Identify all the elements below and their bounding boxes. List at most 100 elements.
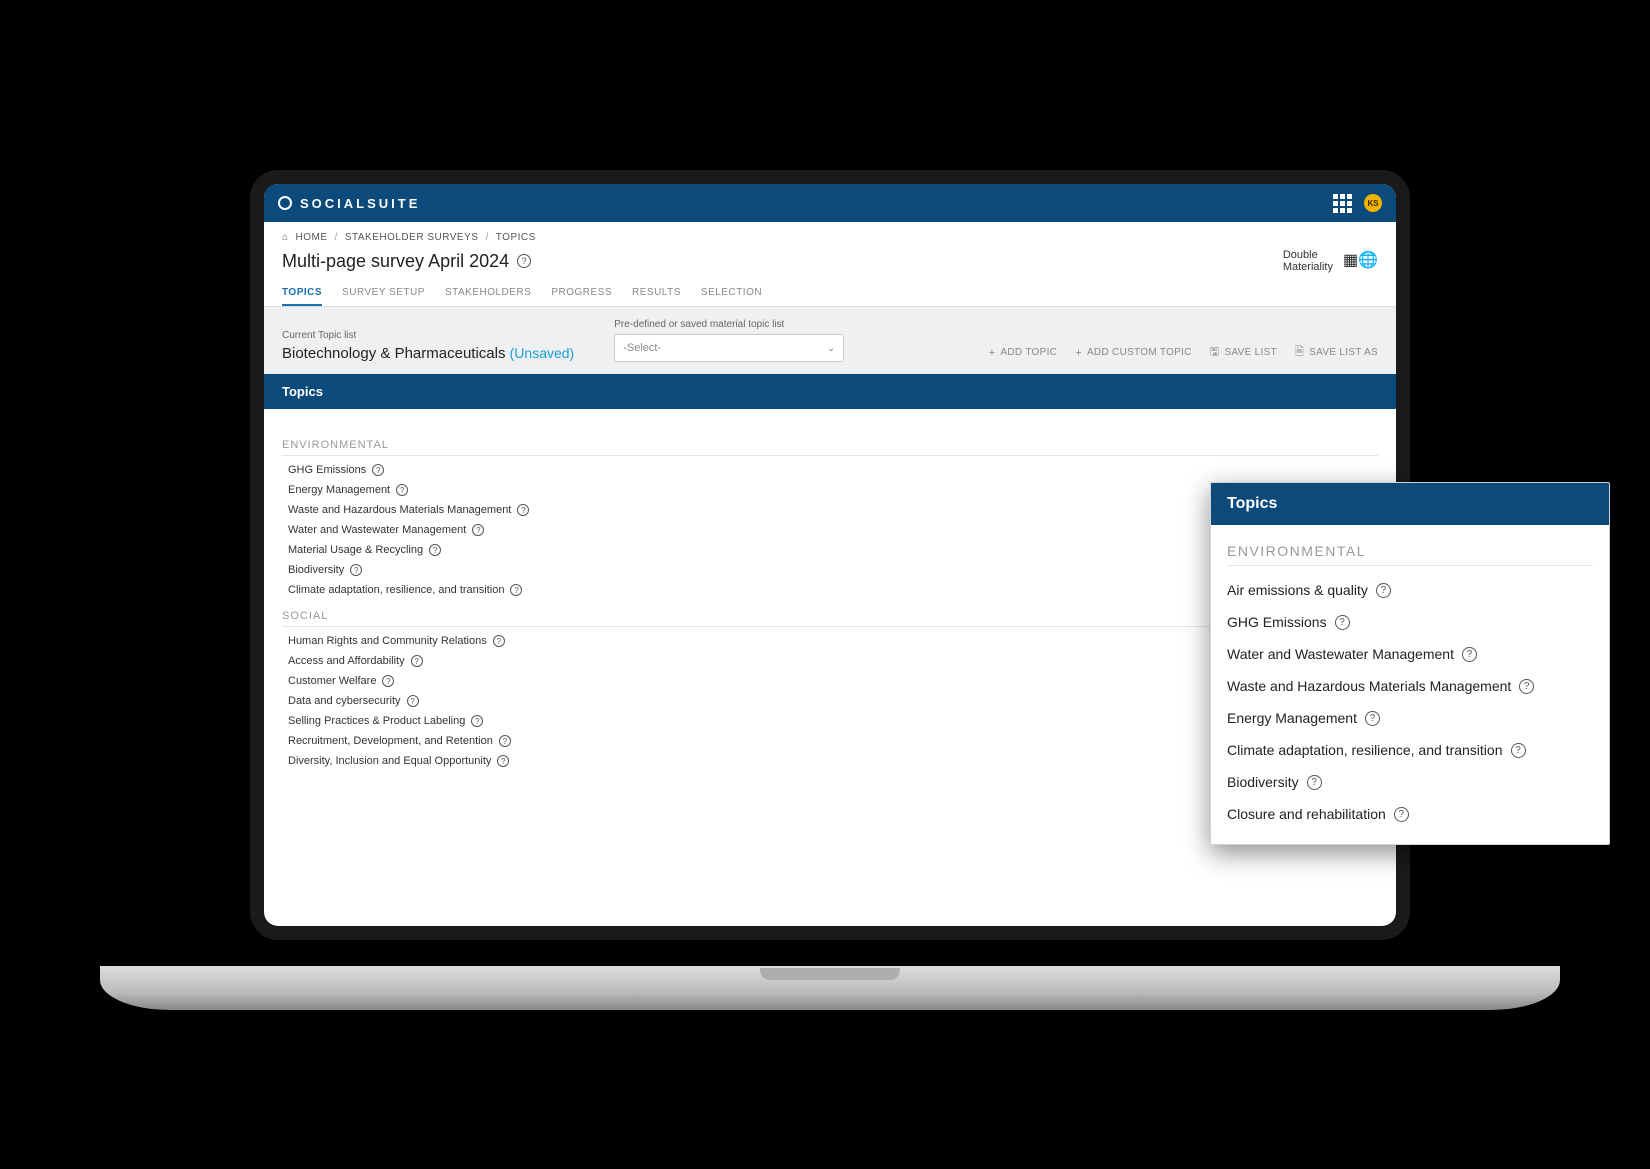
topic-item[interactable]: GHG Emissions? [282, 456, 1378, 476]
panel-topic-item[interactable]: Water and Wastewater Management? [1227, 630, 1593, 662]
topic-label: Energy Management [288, 484, 390, 496]
help-icon[interactable]: ? [1511, 743, 1526, 758]
panel-topic-label: Waste and Hazardous Materials Management [1227, 678, 1511, 694]
help-icon[interactable]: ? [407, 695, 419, 707]
panel-topic-item[interactable]: GHG Emissions? [1227, 598, 1593, 630]
unsaved-badge: (Unsaved) [510, 345, 575, 361]
help-icon[interactable]: ? [1462, 647, 1477, 662]
topics-detail-panel: Topics ENVIRONMENTAL Air emissions & qua… [1210, 482, 1610, 845]
group-title: ENVIRONMENTAL [282, 425, 1378, 456]
help-icon[interactable]: ? [517, 254, 531, 268]
help-icon[interactable]: ? [1335, 615, 1350, 630]
panel-topic-label: Water and Wastewater Management [1227, 646, 1454, 662]
brand-text: SOCIALSUITE [300, 196, 420, 211]
tabs: TOPICS SURVEY SETUP STAKEHOLDERS PROGRESS RE… [264, 281, 1396, 306]
apps-menu-icon[interactable] [1333, 194, 1352, 213]
help-icon[interactable]: ? [396, 484, 408, 496]
add-custom-topic-button[interactable]: +ADD CUSTOM TOPIC [1075, 347, 1192, 359]
help-icon[interactable]: ? [382, 675, 394, 687]
tab-progress[interactable]: PROGRESS [551, 281, 612, 306]
panel-topic-label: Climate adaptation, resilience, and tran… [1227, 742, 1503, 758]
help-icon[interactable]: ? [350, 564, 362, 576]
panel-topic-item[interactable]: Waste and Hazardous Materials Management… [1227, 662, 1593, 694]
help-icon[interactable]: ? [471, 715, 483, 727]
panel-header: Topics [1211, 483, 1609, 525]
help-icon[interactable]: ? [1394, 807, 1409, 822]
tab-selection[interactable]: SELECTION [701, 281, 762, 306]
dm-label-2: Materiality [1283, 261, 1333, 273]
help-icon[interactable]: ? [497, 755, 509, 767]
tab-topics[interactable]: TOPICS [282, 281, 322, 306]
help-icon[interactable]: ? [372, 464, 384, 476]
tab-survey-setup[interactable]: SURVEY SETUP [342, 281, 425, 306]
plus-icon: + [989, 347, 996, 359]
help-icon[interactable]: ? [510, 584, 522, 596]
help-icon[interactable]: ? [1365, 711, 1380, 726]
panel-topic-label: Closure and rehabilitation [1227, 806, 1386, 822]
panel-topic-item[interactable]: Closure and rehabilitation? [1227, 790, 1593, 822]
home-icon[interactable]: ⌂ [282, 232, 289, 243]
panel-topic-item[interactable]: Air emissions & quality? [1227, 566, 1593, 598]
toolbar: Current Topic list Biotechnology & Pharm… [264, 306, 1396, 374]
tab-results[interactable]: RESULTS [632, 281, 681, 306]
crumb-surveys[interactable]: STAKEHOLDER SURVEYS [345, 232, 479, 243]
laptop-base [100, 966, 1560, 1010]
panel-group-title: ENVIRONMENTAL [1227, 543, 1593, 566]
add-topic-button[interactable]: +ADD TOPIC [989, 347, 1058, 359]
panel-topic-label: Biodiversity [1227, 774, 1299, 790]
tab-stakeholders[interactable]: STAKEHOLDERS [445, 281, 531, 306]
save-as-icon: 🗎 [1295, 343, 1304, 362]
crumb-topics[interactable]: TOPICS [496, 232, 536, 243]
breadcrumb: ⌂ HOME / STAKEHOLDER SURVEYS / TOPICS [264, 222, 1396, 243]
topic-label: Waste and Hazardous Materials Management [288, 504, 511, 516]
topic-label: Diversity, Inclusion and Equal Opportuni… [288, 755, 491, 767]
topic-label: Biodiversity [288, 564, 344, 576]
topic-label: Recruitment, Development, and Retention [288, 735, 493, 747]
page-title-text: Multi-page survey April 2024 [282, 251, 509, 272]
save-icon: 🖫 [1210, 343, 1220, 362]
plus-icon: + [1075, 347, 1082, 359]
help-icon[interactable]: ? [429, 544, 441, 556]
save-list-as-button[interactable]: 🗎SAVE LIST AS [1295, 343, 1378, 362]
help-icon[interactable]: ? [1376, 583, 1391, 598]
topic-label: Climate adaptation, resilience, and tran… [288, 584, 504, 596]
brand-icon [278, 196, 292, 210]
dm-icons: ▦🌐 [1343, 253, 1378, 269]
help-icon[interactable]: ? [472, 524, 484, 536]
topic-label: Material Usage & Recycling [288, 544, 423, 556]
app-header: SOCIALSUITE KS [264, 184, 1396, 222]
predefined-select[interactable]: -Select- ⌄ [614, 334, 844, 362]
save-list-button[interactable]: 🖫SAVE LIST [1210, 343, 1277, 362]
topic-label: Water and Wastewater Management [288, 524, 466, 536]
page-title: Multi-page survey April 2024 ? [282, 251, 531, 272]
panel-topic-label: Air emissions & quality [1227, 582, 1368, 598]
help-icon[interactable]: ? [493, 635, 505, 647]
panel-topic-item[interactable]: Energy Management? [1227, 694, 1593, 726]
help-icon[interactable]: ? [1519, 679, 1534, 694]
help-icon[interactable]: ? [411, 655, 423, 667]
section-header: Topics [264, 374, 1396, 409]
chevron-down-icon: ⌄ [827, 343, 835, 354]
double-materiality-badge: Double Materiality ▦🌐 [1283, 249, 1378, 273]
panel-topic-label: Energy Management [1227, 710, 1357, 726]
avatar[interactable]: KS [1364, 194, 1382, 212]
help-icon[interactable]: ? [499, 735, 511, 747]
panel-topic-label: GHG Emissions [1227, 614, 1327, 630]
topic-label: Human Rights and Community Relations [288, 635, 487, 647]
topic-label: Access and Affordability [288, 655, 405, 667]
topic-label: Selling Practices & Product Labeling [288, 715, 465, 727]
current-list-label: Current Topic list [282, 330, 574, 341]
select-value: -Select- [623, 342, 661, 354]
topic-label: Customer Welfare [288, 675, 376, 687]
help-icon[interactable]: ? [1307, 775, 1322, 790]
dm-label-1: Double [1283, 249, 1333, 261]
predefined-label: Pre-defined or saved material topic list [614, 319, 844, 330]
crumb-home[interactable]: HOME [296, 232, 328, 243]
panel-topic-item[interactable]: Climate adaptation, resilience, and tran… [1227, 726, 1593, 758]
panel-topic-item[interactable]: Biodiversity? [1227, 758, 1593, 790]
current-list-value: Biotechnology & Pharmaceuticals (Unsaved… [282, 345, 574, 362]
topic-label: GHG Emissions [288, 464, 366, 476]
brand[interactable]: SOCIALSUITE [278, 196, 420, 211]
topic-label: Data and cybersecurity [288, 695, 401, 707]
help-icon[interactable]: ? [517, 504, 529, 516]
